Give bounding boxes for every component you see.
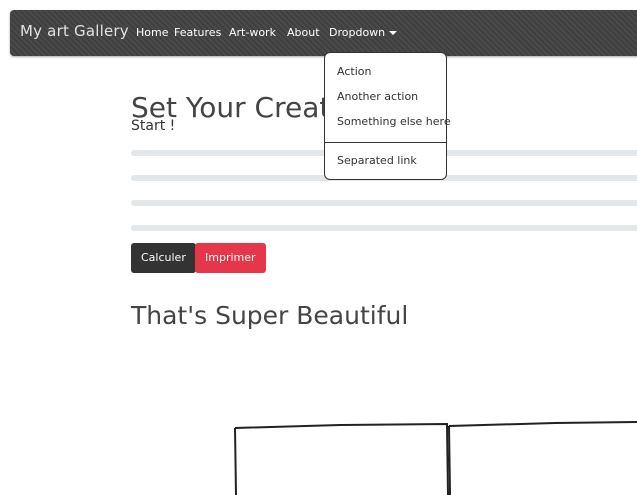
art-frame-right: [448, 421, 637, 495]
navbar-brand[interactable]: My art Gallery: [20, 22, 129, 40]
nav-item-about[interactable]: About: [287, 26, 320, 39]
nav-dropdown-label: Dropdown: [329, 26, 386, 39]
start-text: Start !: [131, 118, 176, 134]
imprimer-button[interactable]: Imprimer: [195, 243, 266, 273]
nav-item-features[interactable]: Features: [174, 26, 221, 39]
progress-bar-3: [131, 200, 637, 206]
subtitle: That's Super Beautiful: [131, 300, 409, 330]
dropdown-item-action[interactable]: Action: [337, 65, 371, 78]
dropdown-menu: Action Another action Something else her…: [324, 52, 451, 180]
nav-item-dropdown[interactable]: Dropdown: [329, 26, 398, 39]
dropdown-item-another-action[interactable]: Another action: [337, 90, 418, 103]
page: My art Gallery Home Features Art-work Ab…: [0, 0, 637, 495]
progress-bar-4: [131, 225, 637, 231]
dropdown-divider: [325, 142, 446, 143]
nav-item-art-work[interactable]: Art-work: [229, 26, 276, 39]
art-frames: [234, 421, 637, 495]
nav-item-home[interactable]: Home: [136, 26, 168, 39]
dropdown-item-something-else[interactable]: Something else here: [337, 115, 451, 128]
dropdown-item-separated-link[interactable]: Separated link: [337, 154, 417, 167]
caret-down-icon: [389, 31, 398, 35]
navbar: My art Gallery Home Features Art-work Ab…: [10, 10, 637, 56]
art-frame-left: [234, 422, 449, 495]
calculer-button[interactable]: Calculer: [131, 243, 196, 273]
